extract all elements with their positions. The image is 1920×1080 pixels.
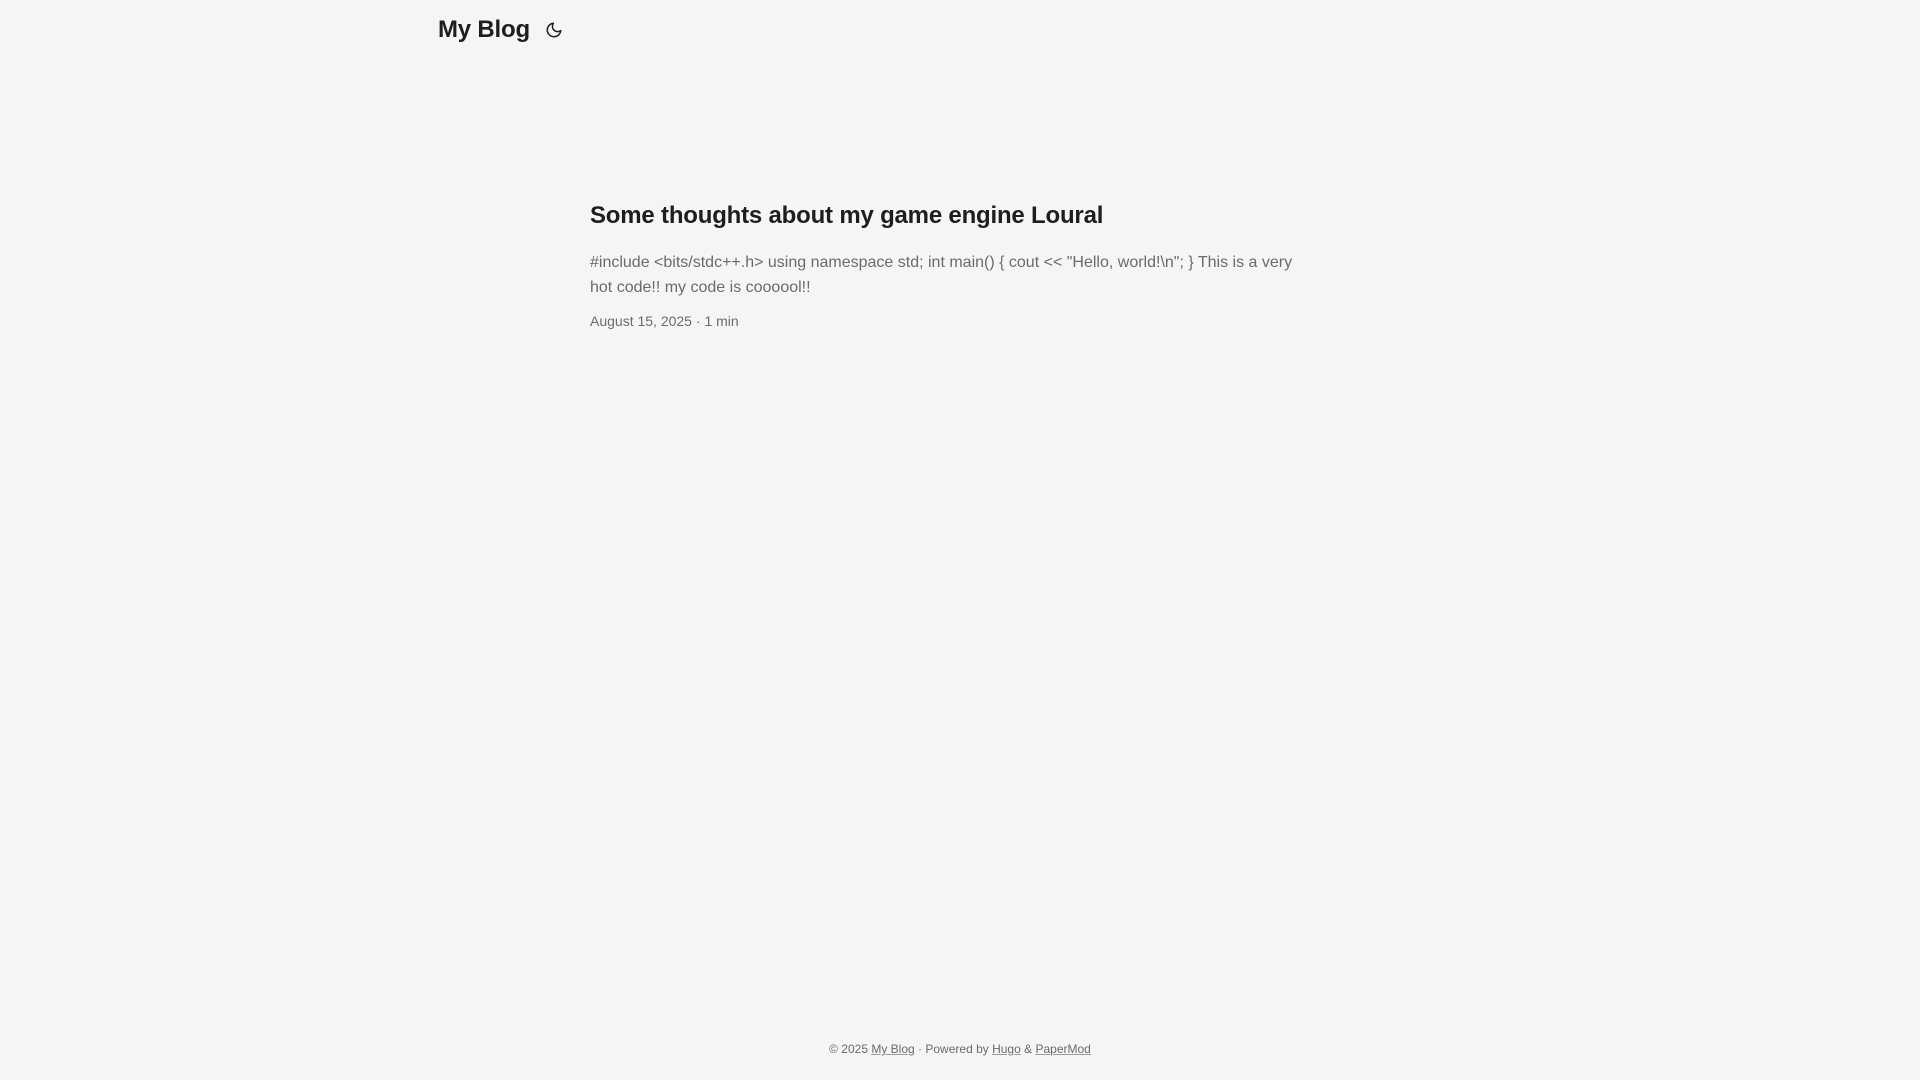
post-reading-time: 1 min: [704, 313, 739, 330]
post-summary: #include <bits/stdc++.h> using namespace…: [590, 254, 1293, 297]
footer-ampersand: &: [1024, 1042, 1033, 1056]
post-meta: August 15, 2025 · 1 min: [590, 313, 1310, 329]
footer-copyright: © 2025: [829, 1042, 868, 1056]
post-date: August 15, 2025: [590, 313, 692, 330]
footer-site-link[interactable]: My Blog: [871, 1042, 914, 1056]
site-footer: © 2025 My Blog · Powered by Hugo & Paper…: [0, 1042, 1920, 1056]
post-entry[interactable]: Some thoughts about my game engine Loura…: [590, 200, 1310, 329]
post-title[interactable]: Some thoughts about my game engine Loura…: [590, 200, 1310, 232]
footer-hugo-link[interactable]: Hugo: [992, 1042, 1021, 1056]
moon-icon: [546, 22, 562, 38]
theme-toggle-button[interactable]: [542, 18, 566, 42]
footer-separator: ·: [914, 1042, 926, 1056]
footer-powered-by: Powered by: [925, 1042, 989, 1056]
site-logo[interactable]: My Blog: [438, 16, 530, 44]
footer-papermod-link[interactable]: PaperMod: [1035, 1042, 1090, 1056]
site-header: My Blog: [438, 14, 566, 46]
meta-separator: ·: [691, 313, 705, 330]
